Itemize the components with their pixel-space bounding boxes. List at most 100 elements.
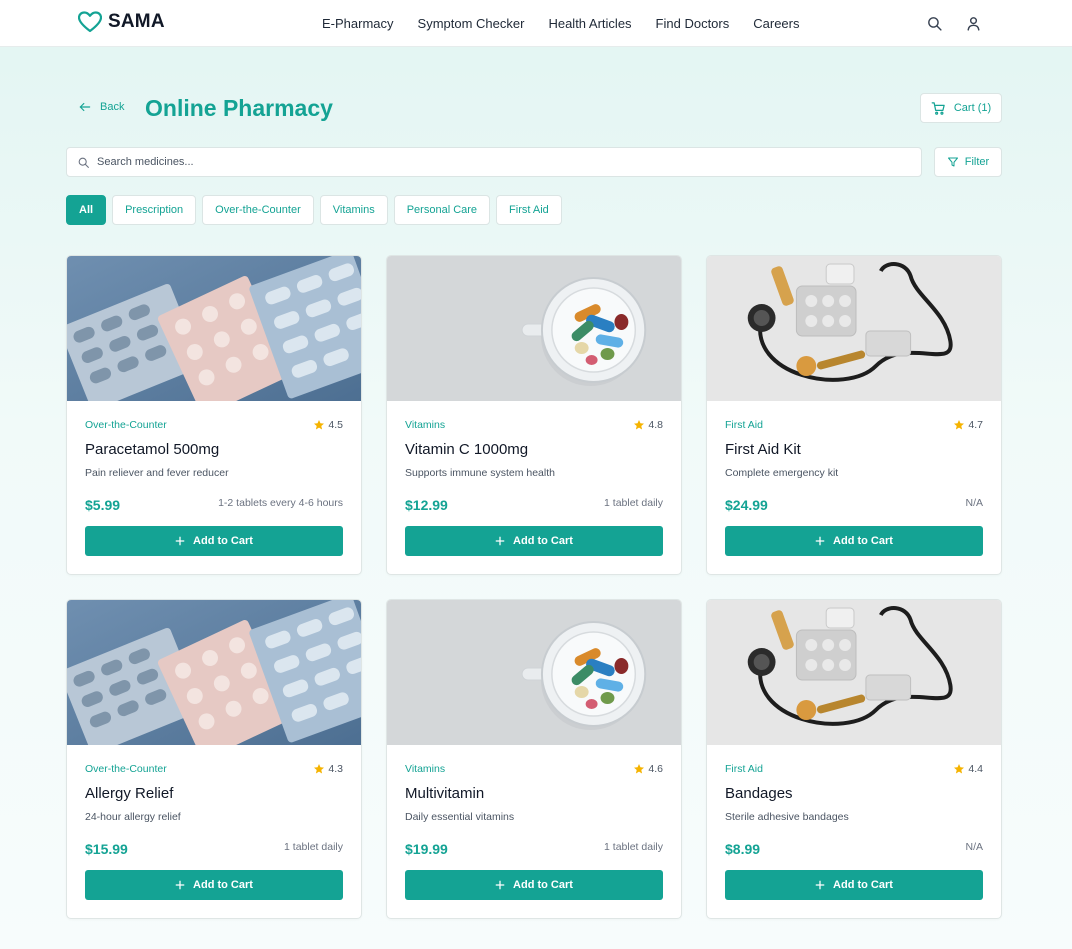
add-to-cart-label: Add to Cart [513,879,573,891]
filter-button[interactable]: Filter [934,147,1002,177]
arrow-left-icon [79,102,91,112]
nav-link-e-pharmacy[interactable]: E-Pharmacy [322,16,394,31]
product-dosage: N/A [965,841,983,853]
nav-link-find-doctors[interactable]: Find Doctors [656,16,730,31]
product-card[interactable]: Vitamins 4.8 Vitamin C 1000mg Supports immu… [386,255,682,575]
search-input[interactable] [97,156,921,168]
product-card-body: Over-the-Counter 4.3 Allergy Relief 24-hour… [85,745,343,918]
rating-value: 4.6 [648,763,663,775]
product-price: $19.99 [405,841,448,857]
add-to-cart-label: Add to Cart [833,879,893,891]
add-to-cart-label: Add to Cart [193,879,253,891]
stethoscope-image [707,256,1001,401]
stethoscope-image [707,600,1001,745]
product-rating: 4.5 [313,419,343,431]
product-description: Sterile adhesive bandages [725,811,849,823]
product-category: First Aid [725,419,763,431]
product-description: Pain reliever and fever reducer [85,467,229,479]
product-rating: 4.6 [633,763,663,775]
product-card-body: Vitamins 4.6 Multivitamin Daily essential v… [405,745,663,918]
category-chip-first-aid[interactable]: First Aid [496,195,562,225]
add-to-cart-label: Add to Cart [193,535,253,547]
product-card-body: Over-the-Counter 4.5 Paracetamol 500mg Pain… [85,401,343,574]
nav-link-symptom-checker[interactable]: Symptom Checker [418,16,525,31]
product-card[interactable]: First Aid 4.7 First Aid Kit Complete emerge… [706,255,1002,575]
category-chip-personal-care[interactable]: Personal Care [393,195,491,225]
category-chips: All Prescription Over-the-Counter Vitami… [66,195,562,225]
product-name[interactable]: First Aid Kit [725,441,801,458]
nav-link-health-articles[interactable]: Health Articles [548,16,631,31]
page-title: Online Pharmacy [145,95,333,121]
product-card-body: First Aid 4.4 Bandages Sterile adhesive ban… [725,745,983,918]
product-category: Over-the-Counter [85,763,167,775]
cart-button[interactable]: Cart (1) [920,93,1002,123]
nav-links: E-Pharmacy Symptom Checker Health Articl… [322,16,800,31]
product-grid: Over-the-Counter 4.5 Paracetamol 500mg Pain… [66,255,1002,919]
nav-icons [926,15,982,32]
search-icon [78,157,89,168]
add-to-cart-button[interactable]: Add to Cart [405,526,663,556]
category-chip-vitamins[interactable]: Vitamins [319,195,388,225]
search-icon[interactable] [926,15,943,32]
rating-value: 4.7 [968,419,983,431]
heart-icon [78,11,102,33]
product-category: First Aid [725,763,763,775]
plus-icon [815,536,825,546]
add-to-cart-button[interactable]: Add to Cart [725,870,983,900]
filter-icon [947,157,958,167]
product-name[interactable]: Multivitamin [405,785,484,802]
pill-cup-image [387,600,681,745]
product-name[interactable]: Allergy Relief [85,785,173,802]
search-box [66,147,922,177]
brand-name: SAMA [108,11,165,32]
product-description: Daily essential vitamins [405,811,515,823]
add-to-cart-button[interactable]: Add to Cart [85,526,343,556]
rating-value: 4.4 [968,763,983,775]
rating-value: 4.3 [328,763,343,775]
filter-label: Filter [964,156,990,168]
product-dosage: 1 tablet daily [284,841,343,853]
product-card-body: First Aid 4.7 First Aid Kit Complete emerge… [725,401,983,574]
plus-icon [815,880,825,890]
category-chip-over-the-counter[interactable]: Over-the-Counter [202,195,314,225]
rating-value: 4.8 [648,419,663,431]
product-name[interactable]: Paracetamol 500mg [85,441,219,458]
add-to-cart-button[interactable]: Add to Cart [85,870,343,900]
back-button[interactable]: Back [78,100,124,114]
category-chip-all[interactable]: All [66,195,107,225]
add-to-cart-button[interactable]: Add to Cart [405,870,663,900]
star-icon [314,420,325,430]
product-rating: 4.7 [953,419,983,431]
star-icon [314,764,325,774]
product-description: Supports immune system health [405,467,555,479]
plus-icon [175,880,185,890]
cart-icon [931,101,945,115]
user-icon[interactable] [965,15,982,32]
product-card[interactable]: Over-the-Counter 4.5 Paracetamol 500mg Pain… [66,255,362,575]
brand-logo[interactable]: SAMA [78,11,165,33]
plus-icon [495,536,505,546]
product-rating: 4.8 [633,419,663,431]
plus-icon [495,880,505,890]
product-dosage: 1 tablet daily [604,841,663,853]
blister-packs-image [67,600,361,745]
product-dosage: 1-2 tablets every 4-6 hours [218,497,343,509]
product-price: $5.99 [85,497,121,513]
product-card[interactable]: Vitamins 4.6 Multivitamin Daily essential v… [386,599,682,919]
product-category: Vitamins [405,419,446,431]
product-price: $12.99 [405,497,448,513]
pill-cup-image [387,256,681,401]
category-chip-prescription[interactable]: Prescription [112,195,197,225]
nav-link-careers[interactable]: Careers [753,16,799,31]
product-name[interactable]: Bandages [725,785,793,802]
add-to-cart-label: Add to Cart [833,535,893,547]
add-to-cart-button[interactable]: Add to Cart [725,526,983,556]
product-name[interactable]: Vitamin C 1000mg [405,441,528,458]
cart-label: Cart (1) [953,102,992,114]
blister-packs-image [67,256,361,401]
product-dosage: 1 tablet daily [604,497,663,509]
product-card[interactable]: First Aid 4.4 Bandages Sterile adhesive ban… [706,599,1002,919]
product-description: 24-hour allergy relief [85,811,181,823]
product-card[interactable]: Over-the-Counter 4.3 Allergy Relief 24-hour… [66,599,362,919]
product-price: $8.99 [725,841,761,857]
